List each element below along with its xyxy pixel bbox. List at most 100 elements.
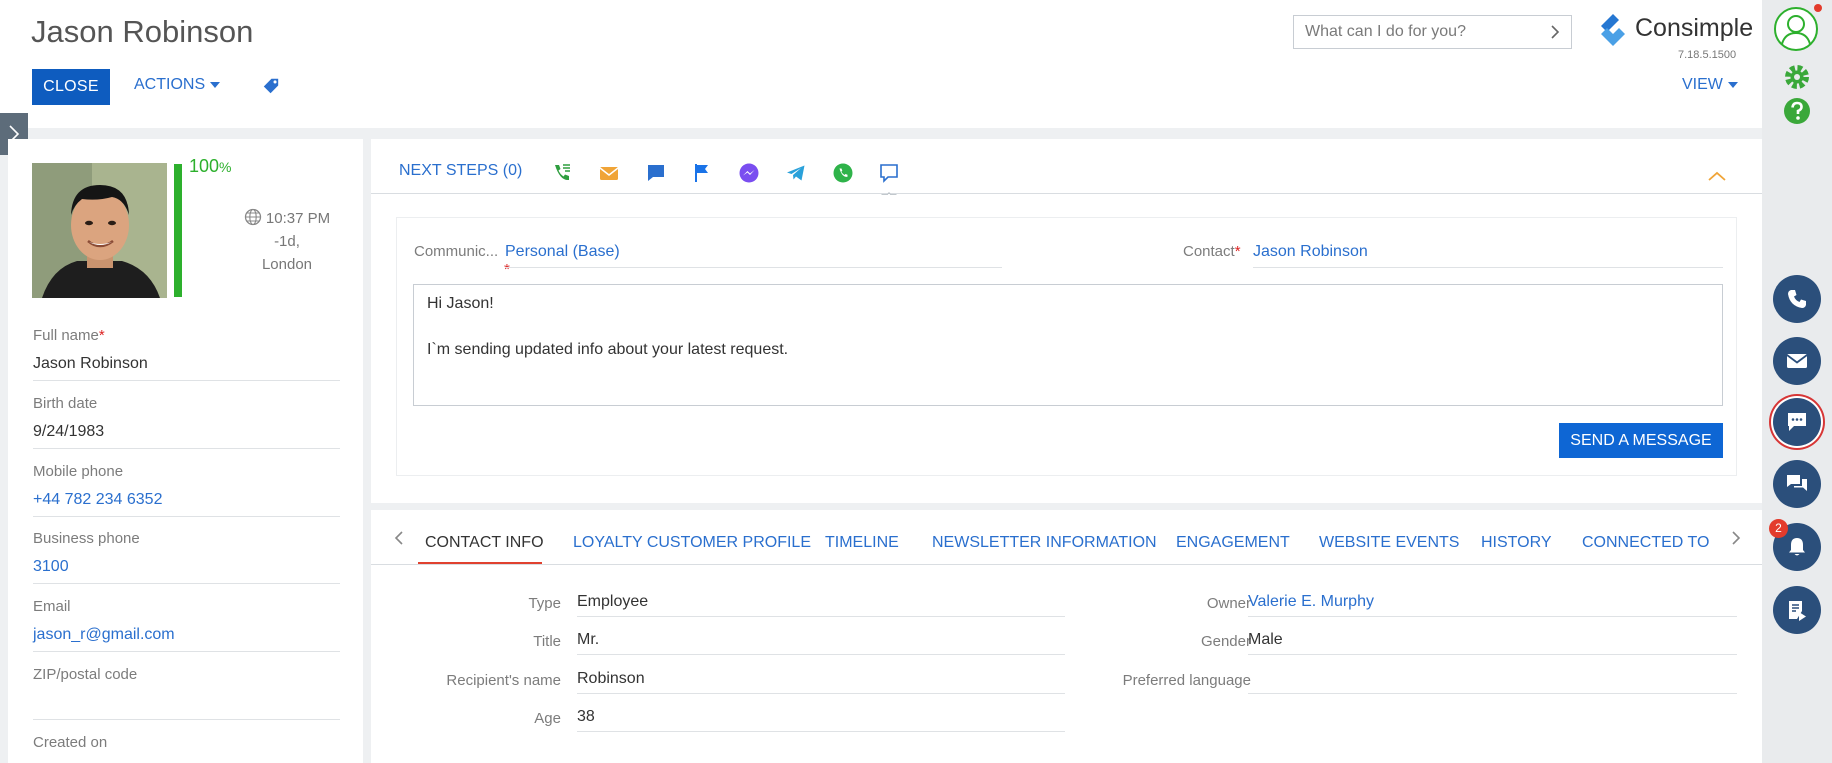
message-line: I`m sending updated info about your late…	[427, 341, 789, 358]
full-name-input[interactable]: Jason Robinson	[33, 355, 340, 381]
business-phone-field: Business phone 3100	[33, 530, 340, 584]
message-composer: Communic... * Personal (Base) Contact* J…	[396, 217, 1737, 476]
tab-loyalty-customer-profile[interactable]: LOYALTY CUSTOMER PROFILE	[573, 534, 811, 552]
tab-website-events[interactable]: WEBSITE EVENTS	[1319, 534, 1459, 552]
completeness-value: 100	[189, 156, 220, 176]
details-panel: CONTACT INFO LOYALTY CUSTOMER PROFILE TI…	[371, 510, 1762, 763]
channel-lookup[interactable]: Personal (Base)	[505, 240, 1002, 268]
next-steps-tab[interactable]: NEXT STEPS (0)	[399, 162, 522, 180]
person-photo-icon	[32, 163, 167, 298]
caret-down-icon	[210, 81, 221, 88]
version-label: 7.18.5.1500	[1678, 49, 1737, 61]
globe-icon	[244, 208, 262, 226]
tab-connected-to[interactable]: CONNECTED TO	[1582, 534, 1709, 552]
chevron-right-icon[interactable]	[1728, 530, 1744, 546]
command-search[interactable]	[1293, 15, 1572, 49]
right-rail: 2	[1762, 0, 1832, 763]
logo-mark-icon	[1601, 14, 1625, 46]
profile-completeness-fill	[174, 164, 182, 297]
time-city: London	[261, 256, 313, 273]
active-tab-pointer	[881, 192, 897, 195]
profile-completeness-label: 100%	[189, 156, 232, 177]
time-offset: -1d,	[274, 233, 300, 250]
company-logo: Consimple	[1595, 10, 1753, 50]
notification-badge: 2	[1769, 519, 1788, 538]
comment-icon[interactable]	[878, 162, 900, 184]
full-name-field: Full name* Jason Robinson	[33, 327, 340, 381]
command-search-input[interactable]	[1294, 16, 1524, 48]
field-label: Title	[533, 633, 561, 650]
tab-engagement[interactable]: ENGAGEMENT	[1176, 534, 1290, 552]
type-value[interactable]: Employee	[577, 589, 1065, 617]
gear-icon[interactable]	[1782, 62, 1812, 92]
email-icon[interactable]	[598, 162, 620, 184]
call-icon[interactable]	[551, 162, 573, 184]
preferred-language-value[interactable]	[1248, 666, 1737, 694]
profile-completeness-bar	[174, 164, 182, 297]
user-avatar-icon[interactable]	[1773, 6, 1819, 52]
actions-dropdown[interactable]: ACTIONS	[134, 76, 221, 94]
close-button[interactable]: CLOSE	[32, 69, 110, 105]
status-dot	[1814, 4, 1822, 12]
chat-button[interactable]	[1773, 398, 1821, 446]
tab-contact-info[interactable]: CONTACT INFO	[425, 534, 544, 552]
field-label: Gender	[1200, 633, 1251, 650]
field-label: Full name*	[33, 327, 105, 344]
recipient-name-value[interactable]: Robinson	[577, 666, 1065, 694]
tag-icon[interactable]	[262, 77, 280, 95]
view-dropdown[interactable]: VIEW	[1682, 76, 1738, 94]
birth-date-input[interactable]: 9/24/1983	[33, 423, 340, 449]
tab-history[interactable]: HISTORY	[1481, 534, 1552, 552]
completeness-unit: %	[219, 159, 232, 175]
conversations-button[interactable]	[1773, 460, 1821, 508]
zip-code-input[interactable]	[33, 694, 340, 720]
message-textarea[interactable]: Hi Jason! I`m sending updated info about…	[413, 284, 1723, 406]
page-header: Jason Robinson CLOSE ACTIONS Consimple 7…	[0, 0, 1762, 128]
mobile-phone-link[interactable]: +44 782 234 6352	[33, 491, 340, 517]
message-line	[427, 315, 1709, 338]
messenger-icon[interactable]	[738, 162, 760, 184]
tab-newsletter-information[interactable]: NEWSLETTER INFORMATION	[932, 534, 1157, 552]
field-label: Email	[33, 598, 71, 615]
owner-link[interactable]: Valerie E. Murphy	[1248, 589, 1737, 617]
logo-text: Consimple	[1635, 14, 1754, 42]
caret-down-icon	[1727, 81, 1738, 88]
field-label: Age	[534, 710, 561, 727]
email-field: Email jason_r@gmail.com	[33, 598, 340, 652]
actions-label: ACTIONS	[134, 76, 206, 93]
email-button[interactable]	[1773, 337, 1821, 385]
profile-panel: 100% 10:37 PM -1d, London Full name* Jas…	[8, 139, 363, 763]
bell-icon	[1789, 538, 1805, 556]
phone-button[interactable]	[1773, 275, 1821, 323]
field-label: Type	[528, 595, 561, 612]
page-title: Jason Robinson	[31, 14, 254, 49]
gender-value[interactable]: Male	[1248, 627, 1737, 655]
chat-icon[interactable]	[645, 162, 667, 184]
active-tab-underline	[418, 562, 542, 564]
field-label: Mobile phone	[33, 463, 124, 480]
flag-icon[interactable]	[691, 162, 713, 184]
chevron-right-icon[interactable]	[1547, 24, 1563, 40]
title-value[interactable]: Mr.	[577, 627, 1065, 655]
conversations-icon	[1787, 475, 1807, 491]
telegram-icon[interactable]	[785, 162, 807, 184]
age-value[interactable]: 38	[577, 704, 1065, 732]
chevron-up-icon[interactable]	[1707, 170, 1727, 182]
field-label: Preferred language	[1122, 672, 1251, 689]
business-phone-link[interactable]: 3100	[33, 558, 340, 584]
email-link[interactable]: jason_r@gmail.com	[33, 626, 340, 652]
tab-timeline[interactable]: TIMELINE	[825, 534, 899, 552]
envelope-icon	[1786, 354, 1808, 368]
view-label: VIEW	[1682, 76, 1723, 93]
notifications-button[interactable]: 2	[1769, 519, 1821, 571]
send-message-button[interactable]: SEND A MESSAGE	[1559, 423, 1723, 458]
channel-label: Communic...	[414, 243, 499, 260]
whatsapp-icon[interactable]	[832, 162, 854, 184]
next-steps-panel: NEXT STEPS (0) Communic... * Personal (B…	[371, 139, 1762, 503]
contact-lookup[interactable]: Jason Robinson	[1253, 240, 1723, 268]
help-icon[interactable]	[1782, 96, 1812, 126]
chevron-left-icon[interactable]	[391, 530, 407, 546]
contact-label: Contact*	[1183, 243, 1241, 260]
feed-button[interactable]	[1773, 586, 1821, 634]
contact-photo[interactable]	[32, 163, 167, 298]
